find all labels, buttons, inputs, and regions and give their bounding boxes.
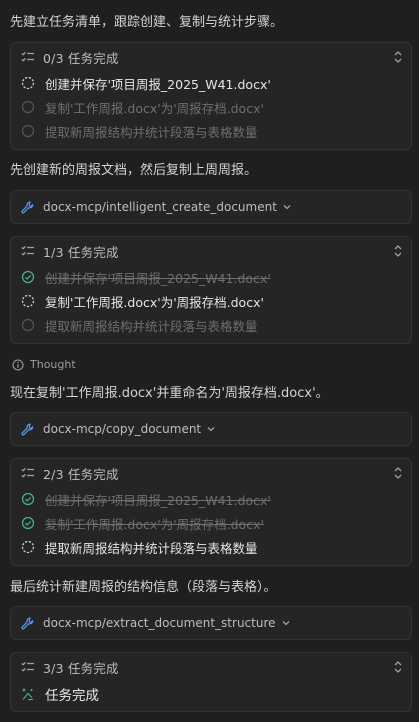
empty-circle-icon — [21, 100, 35, 114]
todo-item: 提取新周报结构并统计段落与表格数量 — [11, 313, 411, 337]
assistant-message: 先创建新的周报文档，然后复制上周周报。 — [10, 163, 258, 178]
todo-list-card: 1/3 任务完成 创建并保存'项目周报_2025_W41.docx' 复制'工作… — [10, 236, 412, 344]
check-circle-icon — [21, 270, 35, 284]
chevron-up-down-icon[interactable] — [393, 50, 403, 64]
assistant-message: 最后统计新建周报的结构信息（段落与表格）。 — [10, 580, 277, 595]
info-circle-icon — [12, 358, 24, 371]
chevron-up-down-icon[interactable] — [393, 244, 403, 258]
assistant-message: 现在复制'工作周报.docx'并重命名为'周报存档.docx'。 — [10, 386, 329, 401]
todo-item: 创建并保存'项目周报_2025_W41.docx' — [11, 487, 411, 511]
todo-item: 提取新周报结构并统计段落与表格数量 — [11, 535, 411, 559]
all-tasks-done-label: 任务完成 — [45, 688, 99, 704]
wrench-icon — [21, 617, 34, 629]
check-circle-icon — [21, 516, 35, 530]
todo-item: 创建并保存'项目周报_2025_W41.docx' — [11, 71, 411, 95]
todo-list-header[interactable]: 2/3 任务完成 — [11, 459, 411, 487]
todo-item-label: 提取新周报结构并统计段落与表格数量 — [45, 318, 258, 334]
tool-call[interactable]: docx-mcp/intelligent_create_document — [10, 190, 412, 224]
empty-circle-icon — [21, 124, 35, 138]
chevron-down-icon[interactable] — [207, 426, 215, 432]
checklist-icon — [21, 51, 34, 62]
todo-item-label: 复制'工作周报.docx'为'周报存档.docx' — [45, 516, 264, 532]
todo-item-label: 创建并保存'项目周报_2025_W41.docx' — [45, 492, 271, 508]
todo-item-label: 复制'工作周报.docx'为'周报存档.docx' — [45, 294, 264, 310]
todo-item-label: 创建并保存'项目周报_2025_W41.docx' — [45, 270, 271, 286]
todo-list-title: 3/3 任务完成 — [43, 660, 119, 676]
todo-item: 提取新周报结构并统计段落与表格数量 — [11, 119, 411, 143]
empty-circle-icon — [21, 318, 35, 332]
assistant-message: 先建立任务清单，跟踪创建、复制与统计步骤。 — [10, 15, 284, 30]
wrench-icon — [21, 423, 34, 435]
check-circle-icon — [21, 492, 35, 506]
todo-list-title: 1/3 任务完成 — [43, 244, 119, 260]
todo-list-card: 2/3 任务完成 创建并保存'项目周报_2025_W41.docx' 复制'工作… — [10, 458, 412, 566]
chevron-up-down-icon[interactable] — [393, 660, 403, 674]
todo-list-header[interactable]: 1/3 任务完成 — [11, 237, 411, 265]
dashed-circle-icon — [21, 540, 35, 554]
checklist-icon — [21, 661, 34, 672]
todo-item: 复制'工作周报.docx'为'周报存档.docx' — [11, 289, 411, 313]
tool-call-name: docx-mcp/intelligent_create_document — [43, 200, 277, 214]
chevron-down-icon[interactable] — [283, 204, 291, 210]
todo-list-title: 2/3 任务完成 — [43, 466, 119, 482]
thought-label: Thought — [30, 358, 76, 371]
tool-call-name: docx-mcp/copy_document — [43, 422, 202, 436]
todo-list-card: 0/3 任务完成 创建并保存'项目周报_2025_W41.docx' 复制'工作… — [10, 42, 412, 150]
sparkle-icon — [22, 688, 33, 701]
todo-list-title: 0/3 任务完成 — [43, 50, 119, 66]
tool-call-name: docx-mcp/extract_document_structure — [43, 616, 276, 630]
checklist-icon — [21, 245, 34, 256]
chevron-up-down-icon[interactable] — [393, 466, 403, 480]
todo-item-label: 提取新周报结构并统计段落与表格数量 — [45, 540, 258, 556]
todo-item: 创建并保存'项目周报_2025_W41.docx' — [11, 265, 411, 289]
tool-call[interactable]: docx-mcp/copy_document — [10, 412, 412, 446]
checklist-icon — [21, 467, 34, 478]
todo-list-card: 3/3 任务完成 任务完成 — [10, 652, 412, 712]
tool-call[interactable]: docx-mcp/extract_document_structure — [10, 606, 412, 640]
all-tasks-done: 任务完成 — [11, 681, 411, 707]
todo-item: 复制'工作周报.docx'为'周报存档.docx' — [11, 95, 411, 119]
todo-item: 复制'工作周报.docx'为'周报存档.docx' — [11, 511, 411, 535]
wrench-icon — [21, 201, 34, 213]
todo-list-header[interactable]: 0/3 任务完成 — [11, 43, 411, 71]
todo-item-label: 复制'工作周报.docx'为'周报存档.docx' — [45, 100, 264, 116]
thought-toggle[interactable]: Thought — [12, 358, 76, 371]
todo-item-label: 提取新周报结构并统计段落与表格数量 — [45, 124, 258, 140]
dashed-circle-icon — [21, 294, 35, 308]
todo-list-header[interactable]: 3/3 任务完成 — [11, 653, 411, 681]
todo-item-label: 创建并保存'项目周报_2025_W41.docx' — [45, 76, 271, 92]
chevron-down-icon[interactable] — [282, 620, 290, 626]
dashed-circle-icon — [21, 76, 35, 90]
